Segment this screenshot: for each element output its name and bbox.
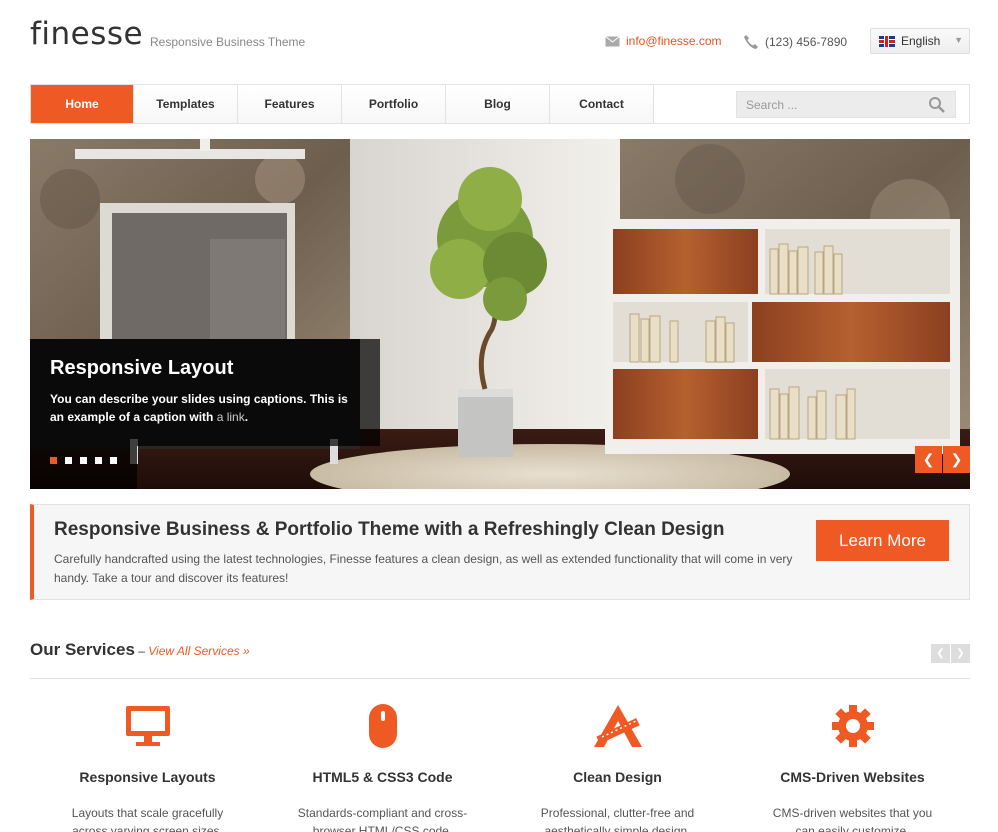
chevron-left-icon[interactable]: ❮	[931, 644, 950, 663]
search-placeholder: Search ...	[746, 97, 798, 112]
caption-body: You can describe your slides using capti…	[50, 392, 348, 424]
service-title: HTML5 & CSS3 Code	[312, 769, 453, 785]
chevron-down-icon: ▼	[954, 35, 963, 45]
contact-email[interactable]: info@finesse.com	[605, 34, 722, 48]
services-title: Our Services	[30, 640, 135, 659]
monitor-icon	[125, 706, 170, 746]
intro-text: Carefully handcrafted using the latest t…	[54, 552, 793, 585]
nav-item-portfolio[interactable]: Portfolio	[342, 85, 446, 123]
design-tools-icon	[593, 705, 642, 747]
intro-callout: Responsive Business & Portfolio Theme wi…	[30, 504, 970, 600]
caption-title: Responsive Layout	[50, 357, 234, 379]
site-logo[interactable]: finesse	[30, 16, 143, 52]
chevron-right-icon[interactable]: ❯	[943, 446, 970, 473]
search-input[interactable]: Search ...	[736, 91, 956, 118]
slider-dot-4[interactable]	[95, 457, 102, 464]
services-list: Responsive Layouts Layouts that scale gr…	[30, 700, 970, 832]
service-item: HTML5 & CSS3 Code Standards-compliant an…	[265, 700, 500, 832]
email-link[interactable]: info@finesse.com	[626, 34, 722, 48]
contact-phone: (123) 456-7890	[743, 34, 847, 50]
uk-flag-icon	[879, 35, 895, 47]
slider-pagination	[30, 446, 137, 489]
language-select[interactable]: English ▼	[870, 28, 970, 54]
gear-icon	[831, 705, 874, 747]
intro-title: Responsive Business & Portfolio Theme wi…	[54, 519, 725, 540]
service-text: Professional, clutter-free and aesthetic…	[540, 806, 695, 832]
service-text: Layouts that scale gracefully across var…	[71, 806, 224, 832]
nav-item-blog[interactable]: Blog	[446, 85, 550, 123]
slide-caption: Responsive Layout You can describe your …	[30, 339, 380, 446]
view-all-services-link[interactable]: View All Services »	[148, 644, 249, 658]
service-text: CMS-driven websites that you can easily …	[772, 806, 933, 832]
caption-text: You can describe your slides using capti…	[50, 390, 360, 426]
language-label: English	[901, 34, 941, 48]
slider-dot-2[interactable]	[65, 457, 72, 464]
phone-icon	[744, 35, 758, 49]
services-header: Our Services – View All Services » ❮ ❯	[30, 640, 970, 679]
chevron-left-icon[interactable]: ❮	[915, 446, 942, 473]
services-arrows: ❮ ❯	[931, 644, 970, 663]
service-item: Clean Design Professional, clutter-free …	[500, 700, 735, 832]
learn-more-button[interactable]: Learn More	[816, 520, 949, 561]
service-title: CMS-Driven Websites	[780, 769, 925, 785]
service-item: Responsive Layouts Layouts that scale gr…	[30, 700, 265, 832]
nav-item-features[interactable]: Features	[238, 85, 342, 123]
slider-dot-1[interactable]	[50, 457, 57, 464]
site-header: finesse Responsive Business Theme info@f…	[30, 0, 970, 84]
nav-item-contact[interactable]: Contact	[550, 85, 654, 123]
slider-arrows: ❮ ❯	[915, 446, 970, 473]
slider-dot-3[interactable]	[80, 457, 87, 464]
service-text: Standards-compliant and cross-browser HT…	[297, 806, 468, 832]
service-item: CMS-Driven Websites CMS-driven websites …	[735, 700, 970, 832]
chevron-right-icon[interactable]: ❯	[951, 644, 970, 663]
phone-number: (123) 456-7890	[765, 35, 848, 49]
envelope-icon	[605, 35, 620, 46]
services-dash: –	[134, 644, 149, 658]
hero-slider[interactable]: Responsive Layout You can describe your …	[30, 139, 970, 489]
mouse-icon	[368, 704, 397, 748]
slider-dot-5[interactable]	[110, 457, 117, 464]
nav-item-templates[interactable]: Templates	[134, 85, 238, 123]
search-icon[interactable]	[928, 96, 945, 113]
service-title: Clean Design	[573, 769, 662, 785]
caption-link[interactable]: a link	[217, 410, 245, 424]
main-nav: Home Templates Features Portfolio Blog C…	[30, 84, 970, 124]
caption-end: .	[244, 410, 249, 424]
nav-item-home[interactable]: Home	[31, 85, 134, 123]
site-tagline: Responsive Business Theme	[150, 35, 306, 49]
service-title: Responsive Layouts	[79, 769, 216, 785]
